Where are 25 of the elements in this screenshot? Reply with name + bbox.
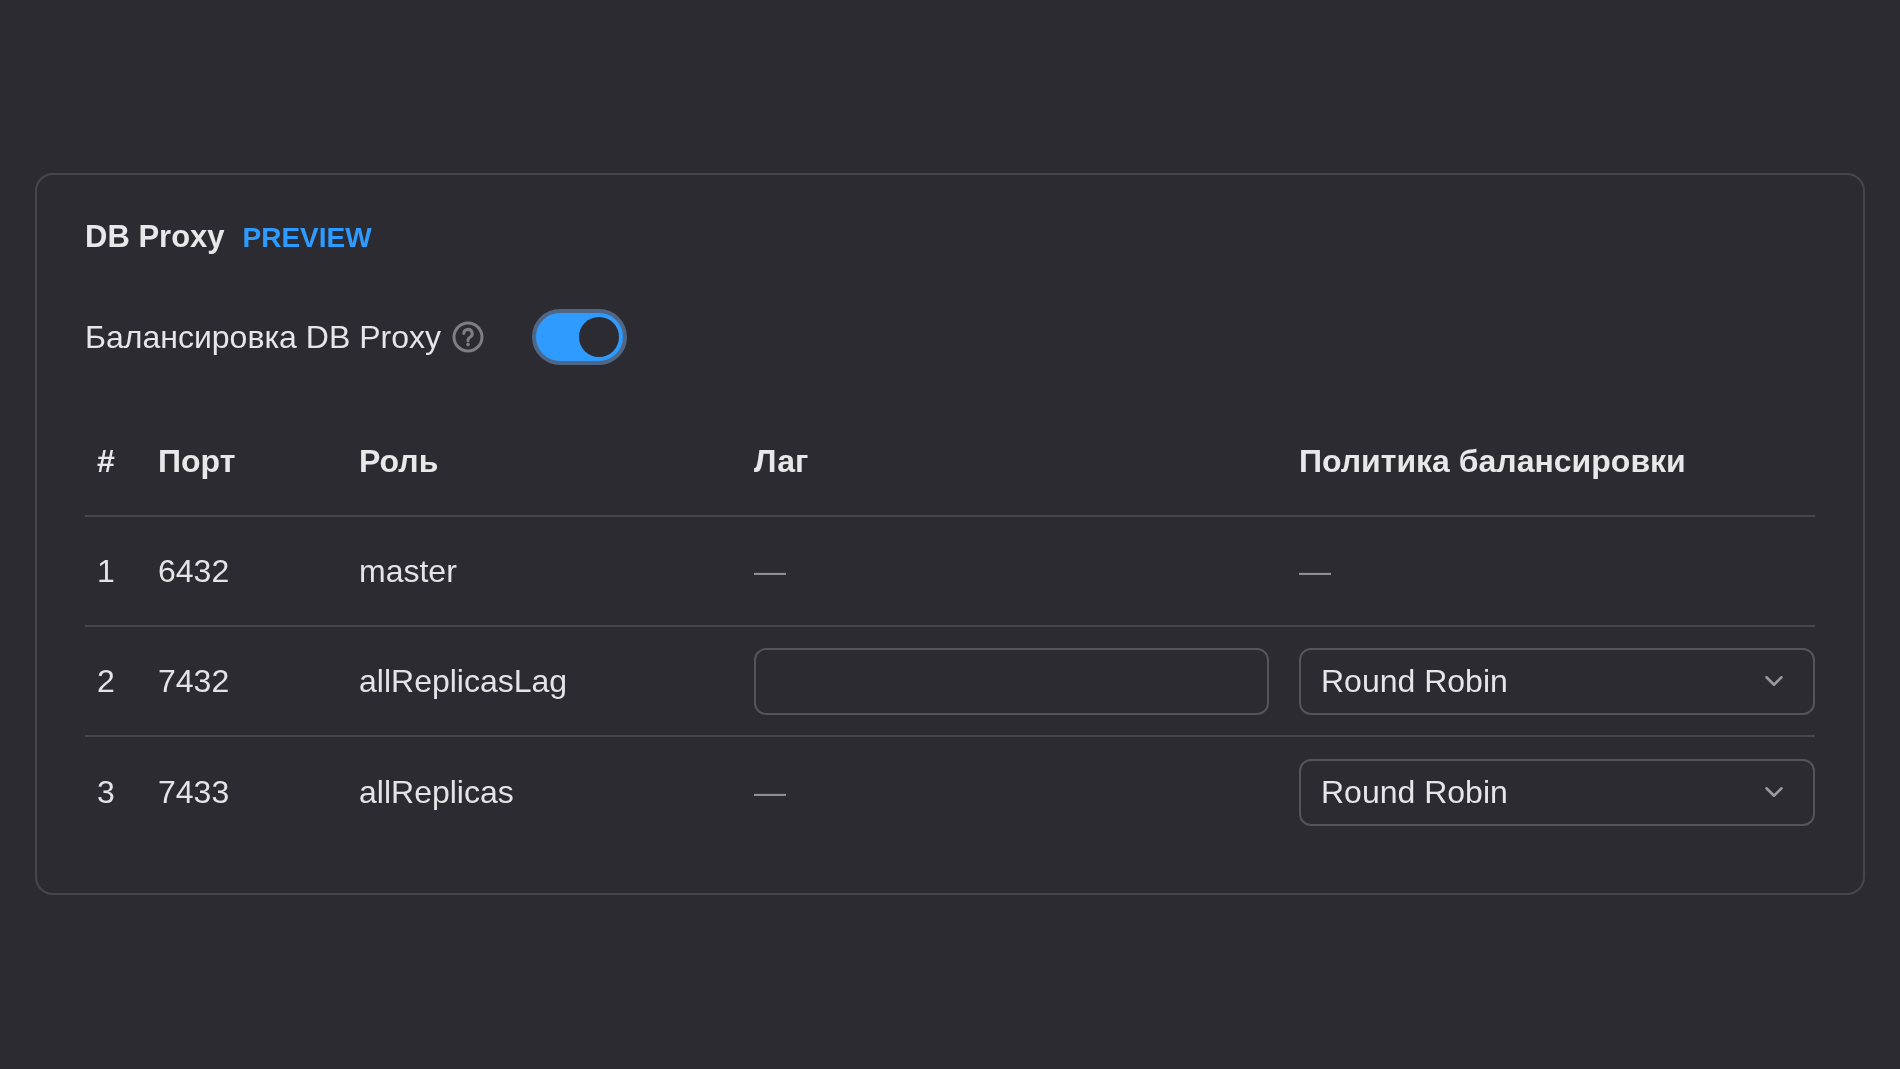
preview-label: PREVIEW xyxy=(242,221,372,255)
column-header: Лаг xyxy=(754,443,809,479)
table-cell: 6432 xyxy=(158,553,230,589)
column-header: # xyxy=(97,443,115,479)
toggle-switch[interactable] xyxy=(531,309,627,365)
table-cell: 2 xyxy=(97,663,115,699)
toggle-label: Балансировка DB Proxy xyxy=(85,318,441,357)
table-cell: master xyxy=(359,553,457,589)
column-header: Порт xyxy=(158,443,236,479)
select-dropdown[interactable]: Round Robin xyxy=(1299,647,1815,715)
select-dropdown[interactable]: Round Robin xyxy=(1299,758,1815,826)
section-title: DB Proxy xyxy=(85,218,225,256)
table-cell: — xyxy=(754,774,786,810)
column-header: Роль xyxy=(359,443,439,479)
table-cell: allReplicas xyxy=(359,774,514,810)
table-cell: 7433 xyxy=(158,774,230,810)
input-field[interactable] xyxy=(754,647,1269,715)
table-cell: 7432 xyxy=(158,663,230,699)
table-cell: allReplicasLag xyxy=(359,663,568,699)
table-cell: — xyxy=(754,553,786,589)
table-cell: — xyxy=(1299,553,1331,589)
table-cell: 3 xyxy=(97,774,115,810)
table-cell: 1 xyxy=(97,553,115,589)
column-header: Политика балансировки xyxy=(1299,443,1686,479)
help-icon[interactable] xyxy=(451,321,484,353)
